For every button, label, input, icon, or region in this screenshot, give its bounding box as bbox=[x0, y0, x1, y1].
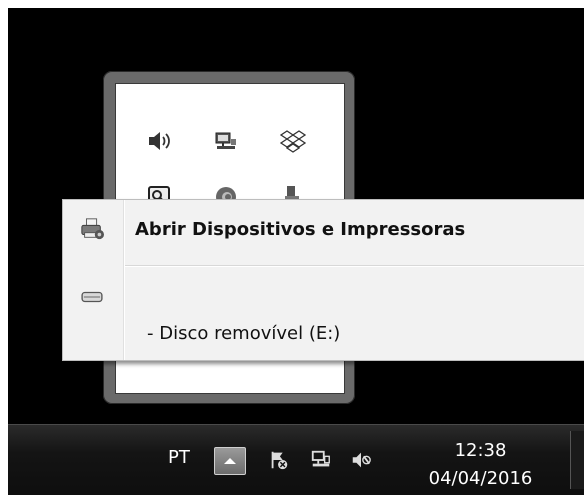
menu-separator bbox=[125, 265, 584, 267]
action-center-flag-icon[interactable] bbox=[264, 447, 294, 473]
show-hidden-icons-button[interactable] bbox=[214, 447, 246, 475]
network-icon[interactable] bbox=[211, 126, 241, 156]
volume-icon[interactable] bbox=[144, 126, 174, 156]
printer-icon bbox=[67, 214, 117, 244]
taskbar: PT 12:38 04/04/2016 bbox=[8, 424, 584, 495]
screenshot-border-left bbox=[0, 0, 8, 500]
menu-item-open-devices-printers[interactable]: Abrir Dispositivos e Impressoras bbox=[63, 213, 584, 245]
removable-drive-icon bbox=[67, 282, 117, 312]
network-icon[interactable] bbox=[306, 447, 336, 473]
clock[interactable]: 12:38 04/04/2016 bbox=[423, 437, 538, 493]
screenshot-border-top bbox=[0, 0, 584, 8]
clock-time: 12:38 bbox=[454, 440, 507, 461]
menu-item-removable-drive[interactable] bbox=[63, 282, 584, 312]
show-desktop-button[interactable] bbox=[570, 431, 584, 489]
clock-date: 04/04/2016 bbox=[428, 468, 533, 489]
language-indicator[interactable]: PT bbox=[168, 447, 190, 468]
chevron-up-icon bbox=[224, 458, 236, 464]
menu-item-label: Abrir Dispositivos e Impressoras bbox=[135, 218, 466, 240]
device-context-menu: Abrir Dispositivos e Impressoras - Disco… bbox=[62, 199, 584, 361]
dropbox-icon[interactable] bbox=[278, 126, 308, 156]
volume-icon[interactable] bbox=[346, 447, 376, 473]
menu-item-label: - Disco removível (E:) bbox=[147, 322, 341, 344]
menu-item-eject-disk[interactable]: - Disco removível (E:) bbox=[63, 318, 584, 348]
